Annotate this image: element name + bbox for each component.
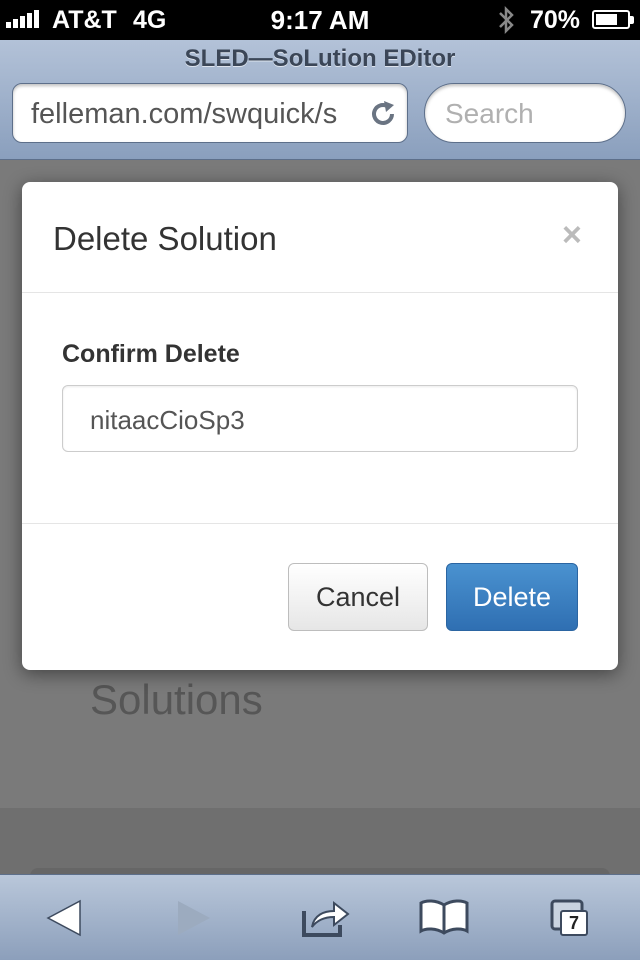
battery-percentage: 70% bbox=[530, 6, 581, 34]
confirm-delete-input[interactable]: nitaacCioSp3 bbox=[62, 385, 578, 452]
browser-toolbar bbox=[0, 874, 640, 960]
delete-solution-modal: Delete Solution × Confirm Delete nitaacC… bbox=[22, 182, 618, 670]
solutions-heading: Solutions bbox=[90, 676, 263, 723]
url-field[interactable]: felleman.com/swquick/s bbox=[12, 83, 408, 143]
forward-icon[interactable] bbox=[174, 897, 214, 939]
page-footer-area bbox=[0, 808, 640, 874]
confirm-delete-label: Confirm Delete bbox=[62, 340, 240, 368]
bookmarks-icon[interactable] bbox=[418, 897, 470, 939]
modal-body: Confirm Delete nitaacCioSp3 bbox=[22, 293, 618, 523]
url-text[interactable]: felleman.com/swquick/s bbox=[31, 98, 361, 131]
share-icon[interactable] bbox=[300, 897, 350, 939]
search-placeholder: Search bbox=[445, 98, 534, 129]
close-icon[interactable]: × bbox=[562, 216, 582, 255]
search-input[interactable]: Search bbox=[424, 83, 626, 143]
battery-icon bbox=[592, 10, 634, 29]
page-title: SLED—SoLution EDitor bbox=[184, 45, 456, 72]
browser-chrome: SLED—SoLution EDitor felleman.com/swquic… bbox=[0, 40, 640, 160]
modal-header: Delete Solution × bbox=[22, 182, 618, 293]
confirm-delete-value[interactable]: nitaacCioSp3 bbox=[90, 405, 245, 436]
cancel-button[interactable]: Cancel bbox=[288, 563, 428, 631]
tab-count-badge[interactable]: 7 bbox=[560, 910, 588, 936]
modal-footer: Cancel Delete bbox=[22, 523, 618, 670]
status-bar: AT&T 4G 9:17 AM 70% bbox=[0, 0, 640, 40]
back-icon[interactable] bbox=[44, 897, 84, 939]
modal-title: Delete Solution bbox=[53, 220, 277, 257]
reload-icon[interactable] bbox=[367, 98, 399, 130]
bluetooth-icon bbox=[499, 5, 514, 35]
delete-button[interactable]: Delete bbox=[446, 563, 578, 631]
